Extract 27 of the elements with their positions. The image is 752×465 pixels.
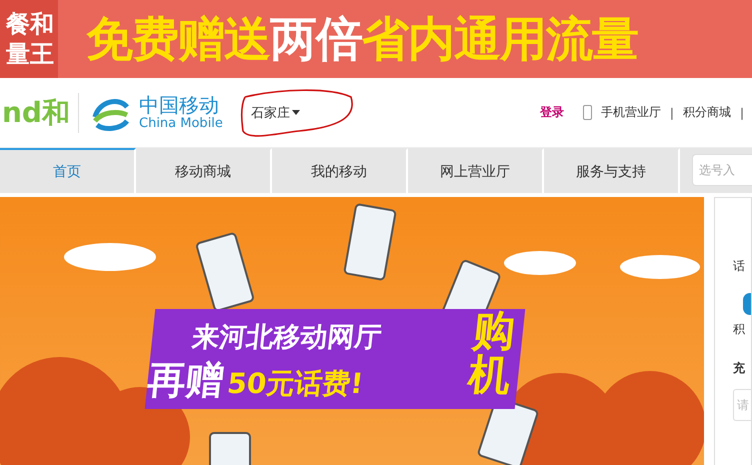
- input-field[interactable]: 请: [733, 389, 751, 421]
- nav-tab[interactable]: 我的移动: [272, 148, 408, 193]
- city-selector[interactable]: 石家庄: [250, 104, 290, 122]
- promo-title: 来河北移动网厅: [190, 321, 384, 355]
- promo-buy-text: 购: [470, 309, 518, 353]
- caret-icon[interactable]: [292, 110, 300, 115]
- promo-buy-text: 机: [466, 353, 513, 397]
- phone-icon: [582, 105, 592, 120]
- search-field[interactable]: 选号入: [692, 154, 752, 186]
- login-link[interactable]: 登录: [540, 104, 564, 121]
- banner-side-text: 餐和: [6, 9, 54, 39]
- panel-label: 积: [733, 321, 745, 338]
- nav-tab[interactable]: 移动商城: [136, 148, 272, 193]
- banner-side-text: 量王: [6, 39, 54, 69]
- link-separator: |: [740, 106, 744, 120]
- promo-subtitle: 再赠: [145, 357, 226, 404]
- nav-tab[interactable]: 服务与支持: [544, 148, 680, 193]
- promo-banner[interactable]: 来河北移动网厅 再赠50元话费! 购 机: [0, 197, 704, 465]
- logo-subtitle: China Mobile: [139, 116, 223, 131]
- nav-tab[interactable]: 网上营业厅: [408, 148, 544, 193]
- mobile-hall-link[interactable]: 手机营业厅: [600, 104, 661, 121]
- panel-label: 话: [733, 258, 745, 275]
- logo-title: 中国移动: [139, 94, 220, 116]
- link-separator: |: [670, 106, 674, 120]
- panel-heading: 充: [733, 360, 745, 377]
- promo-offer: 50元话费!: [225, 366, 366, 402]
- points-mall-link[interactable]: 积分商城: [682, 104, 731, 121]
